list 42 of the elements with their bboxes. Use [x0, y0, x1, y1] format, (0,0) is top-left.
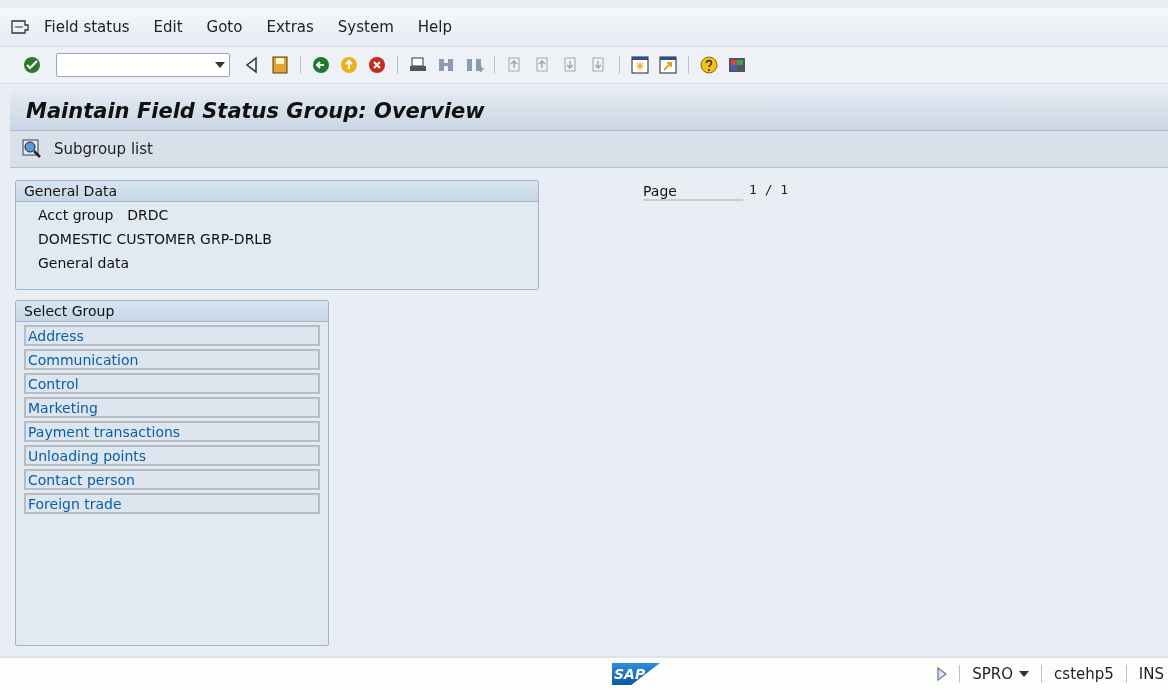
- shortcut-icon[interactable]: [658, 55, 678, 75]
- save-icon[interactable]: [270, 55, 290, 75]
- menu-item[interactable]: Field status: [44, 18, 130, 36]
- group-button[interactable]: Payment transactions: [24, 421, 320, 442]
- group-button[interactable]: Address: [24, 325, 320, 346]
- command-field[interactable]: [56, 53, 230, 77]
- menu-item[interactable]: Extras: [266, 18, 314, 36]
- group-button[interactable]: Control: [24, 373, 320, 394]
- server-name: cstehp5: [1054, 665, 1114, 683]
- group-button[interactable]: Contact person: [24, 469, 320, 490]
- field-label: Acct group: [38, 207, 114, 223]
- back-icon[interactable]: [311, 55, 331, 75]
- subtitle-text: General data: [38, 255, 130, 271]
- check-icon[interactable]: [22, 55, 42, 75]
- layout-icon[interactable]: [727, 55, 747, 75]
- group-button[interactable]: Marketing: [24, 397, 320, 418]
- field-value: DRDC: [127, 207, 169, 223]
- frame-header: General Data: [16, 181, 538, 202]
- transaction-dropdown[interactable]: SPRO: [972, 665, 1030, 683]
- new-window-icon[interactable]: [630, 55, 650, 75]
- group-button[interactable]: Unloading points: [24, 445, 320, 466]
- caret-icon[interactable]: [215, 62, 225, 68]
- group-button[interactable]: Foreign trade: [24, 493, 320, 514]
- menu-item[interactable]: System: [337, 18, 394, 36]
- cancel-icon[interactable]: [367, 55, 387, 75]
- insert-mode: INS: [1138, 665, 1164, 683]
- menu-icon[interactable]: [10, 19, 30, 35]
- group-button[interactable]: Communication: [24, 349, 320, 370]
- screen-title: Maintain Field Status Group: Overview: [26, 99, 485, 123]
- group-description: DOMESTIC CUSTOMER GRP-DRLB: [38, 231, 272, 247]
- subgroup-list-button[interactable]: Subgroup list: [22, 139, 153, 159]
- help-icon[interactable]: [699, 55, 719, 75]
- page-number: 1 / 1: [749, 181, 789, 197]
- menu-item[interactable]: Edit: [153, 18, 183, 36]
- logo: SAP: [612, 663, 660, 685]
- menu-item[interactable]: Help: [417, 18, 452, 36]
- triangle-right-icon[interactable]: [937, 667, 948, 681]
- frame-header: Select Group: [16, 301, 328, 322]
- menu-item[interactable]: Goto: [206, 18, 243, 36]
- caret-icon[interactable]: [1019, 671, 1030, 677]
- magnifier-icon: [22, 139, 42, 159]
- page-label: Page: [643, 180, 743, 201]
